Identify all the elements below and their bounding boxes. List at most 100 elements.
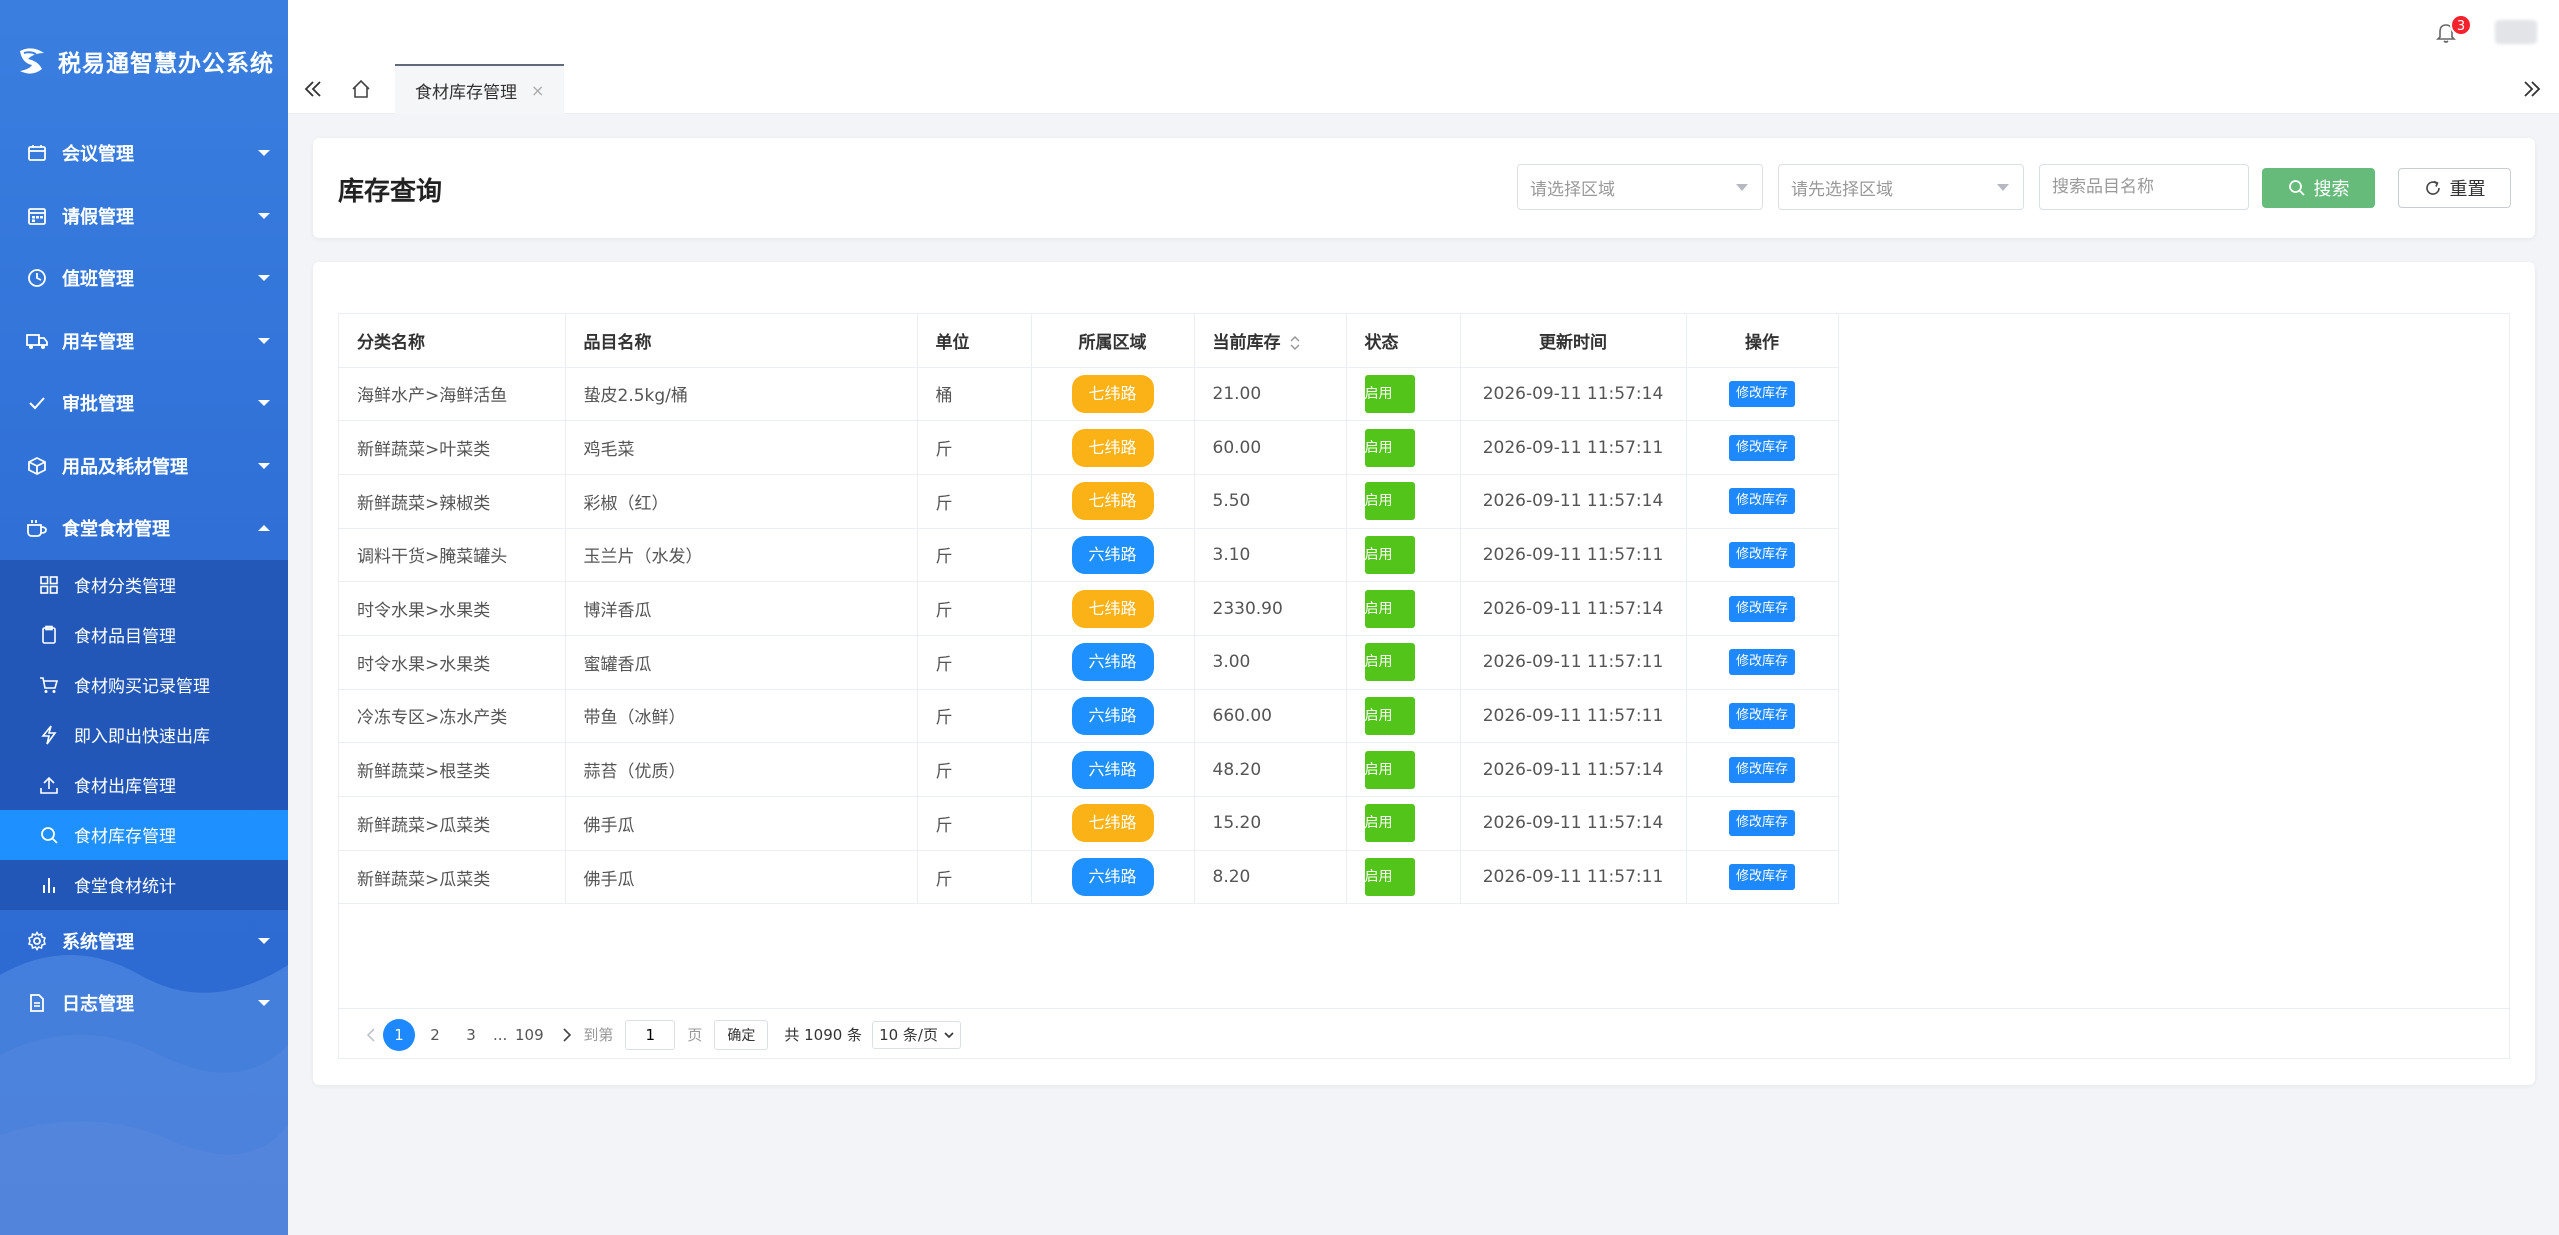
column-header-category: 分类名称 [339, 314, 566, 368]
page-size-select[interactable]: 10 条/页 [872, 1020, 961, 1049]
cell-area: 七纬路 [1031, 367, 1195, 422]
cell-status: 启用 [1346, 420, 1461, 475]
app-title: 税易通智慧办公系统 [58, 51, 274, 77]
cell-status: 启用 [1346, 850, 1461, 905]
next-page-button[interactable] [557, 1025, 577, 1045]
sidebar-subitem-purchase[interactable]: 食材购买记录管理 [0, 660, 288, 710]
area-tag: 七纬路 [1071, 804, 1154, 843]
status-badge: 启用 [1364, 482, 1415, 521]
sidebar-subitem-items[interactable]: 食材品目管理 [0, 610, 288, 660]
sidebar-subitem-quick-out[interactable]: 即入即出快速出库 [0, 710, 288, 760]
edit-stock-button[interactable]: 修改库存 [1728, 810, 1795, 837]
avatar[interactable] [2495, 20, 2537, 44]
sort-icon[interactable] [1289, 335, 1301, 351]
search-button[interactable]: 搜索 [2262, 168, 2375, 208]
sub-area-select-placeholder: 请先选择区域 [1791, 179, 1893, 200]
edit-stock-button[interactable]: 修改库存 [1728, 649, 1795, 676]
cell-action: 修改库存 [1686, 742, 1839, 797]
cell-item: 玉兰片（水发） [565, 528, 918, 583]
sidebar-item-approval[interactable]: 审批管理 [0, 372, 288, 435]
double-chevron-left-icon [304, 81, 321, 97]
sub-area-select[interactable]: 请先选择区域 [1778, 164, 2024, 210]
sidebar-item-supplies[interactable]: 用品及耗材管理 [0, 435, 288, 498]
tab-scroll-right-button[interactable] [2519, 76, 2545, 102]
sidebar-item-canteen[interactable]: 食堂食材管理 [0, 497, 288, 560]
tab-inventory[interactable]: 食材库存管理 × [395, 64, 565, 114]
goto-page-input[interactable] [625, 1019, 676, 1050]
caret-down-icon [258, 150, 270, 157]
cell-unit: 斤 [917, 635, 1032, 690]
sidebar-subitem-outbound[interactable]: 食材出库管理 [0, 760, 288, 810]
prev-page-button[interactable] [361, 1025, 381, 1045]
calendar-grid-icon [26, 205, 48, 227]
cell-action: 修改库存 [1686, 367, 1839, 422]
cell-stock: 60.00 [1194, 420, 1347, 475]
sidebar-item-meeting[interactable]: 会议管理 [0, 122, 288, 185]
sidebar-item-leave[interactable]: 请假管理 [0, 185, 288, 248]
column-header-area: 所属区域 [1031, 314, 1195, 368]
cell-item: 蒜苔（优质） [565, 742, 918, 797]
area-select[interactable]: 请选择区域 [1517, 164, 1763, 210]
column-header-stock[interactable]: 当前库存 [1194, 314, 1347, 368]
sidebar-item-label: 食堂食材管理 [62, 519, 170, 541]
clock-icon [26, 267, 48, 289]
cell-updated: 2026-09-11 11:57:14 [1460, 474, 1687, 529]
sidebar-subitem-statistics[interactable]: 食堂食材统计 [0, 860, 288, 910]
reset-button[interactable]: 重置 [2398, 168, 2511, 208]
sidebar-item-label: 用车管理 [62, 331, 134, 353]
cell-area: 六纬路 [1031, 635, 1195, 690]
page-title: 库存查询 [338, 177, 443, 207]
cell-unit: 斤 [917, 689, 1032, 744]
cell-item: 鸡毛菜 [565, 420, 918, 475]
sidebar-item-duty[interactable]: 值班管理 [0, 247, 288, 310]
cell-category: 新鲜蔬菜>叶菜类 [339, 420, 566, 475]
cell-stock: 660.00 [1194, 689, 1347, 744]
edit-stock-button[interactable]: 修改库存 [1728, 864, 1795, 891]
page-ellipsis[interactable]: ... [493, 1026, 507, 1044]
cell-updated: 2026-09-11 11:57:14 [1460, 367, 1687, 422]
area-select-placeholder: 请选择区域 [1530, 179, 1615, 200]
chevron-down-icon [944, 1031, 954, 1038]
edit-stock-button[interactable]: 修改库存 [1728, 434, 1795, 461]
canteen-submenu: 食材分类管理 食材品目管理 食材购买记录管理 即入即出快速出库 食材出库管理 食… [0, 559, 288, 910]
item-search-input[interactable] [2039, 164, 2249, 210]
cell-unit: 斤 [917, 528, 1032, 583]
page-number-3[interactable]: 3 [455, 1019, 487, 1051]
sidebar-item-log[interactable]: 日志管理 [0, 972, 288, 1035]
edit-stock-button[interactable]: 修改库存 [1728, 541, 1795, 568]
cell-action: 修改库存 [1686, 474, 1839, 529]
cell-category: 时令水果>水果类 [339, 581, 566, 636]
page-number-1[interactable]: 1 [383, 1018, 415, 1051]
cell-status: 启用 [1346, 689, 1461, 744]
brand[interactable]: 税易通智慧办公系统 [0, 0, 288, 122]
sidebar-subitem-category[interactable]: 食材分类管理 [0, 560, 288, 610]
search-icon [2288, 180, 2305, 196]
page-size-value: 10 条/页 [879, 1026, 938, 1044]
goto-confirm-button[interactable]: 确定 [714, 1019, 769, 1050]
area-tag: 七纬路 [1071, 374, 1154, 413]
edit-stock-button[interactable]: 修改库存 [1728, 595, 1795, 622]
status-badge: 启用 [1364, 643, 1415, 682]
edit-stock-button[interactable]: 修改库存 [1728, 702, 1795, 729]
inventory-table: 分类名称 品目名称 单位 所属区域 当前库存 状态 更新时间 操作 海鲜水产>海… [339, 314, 1839, 905]
edit-stock-button[interactable]: 修改库存 [1728, 756, 1795, 783]
reset-button-label: 重置 [2449, 179, 2486, 200]
edit-stock-button[interactable]: 修改库存 [1728, 488, 1795, 515]
cell-category: 新鲜蔬菜>瓜菜类 [339, 796, 566, 851]
status-badge: 启用 [1364, 589, 1415, 628]
edit-stock-button[interactable]: 修改库存 [1728, 380, 1795, 407]
chevron-left-icon [366, 1027, 375, 1042]
sidebar-item-vehicle[interactable]: 用车管理 [0, 310, 288, 373]
close-icon[interactable]: × [531, 81, 544, 100]
cell-unit: 斤 [917, 850, 1032, 905]
sidebar-subitem-inventory[interactable]: 食材库存管理 [0, 809, 288, 860]
page-number-2[interactable]: 2 [419, 1019, 451, 1051]
collapse-sidebar-button[interactable] [300, 76, 326, 102]
sidebar-item-system[interactable]: 系统管理 [0, 910, 288, 973]
sidebar-item-label: 日志管理 [62, 994, 134, 1016]
home-button[interactable] [348, 76, 374, 102]
cell-action: 修改库存 [1686, 528, 1839, 583]
cell-updated: 2026-09-11 11:57:11 [1460, 689, 1687, 744]
page-suffix-label: 页 [687, 1026, 703, 1044]
page-number-last[interactable]: 109 [513, 1019, 545, 1051]
